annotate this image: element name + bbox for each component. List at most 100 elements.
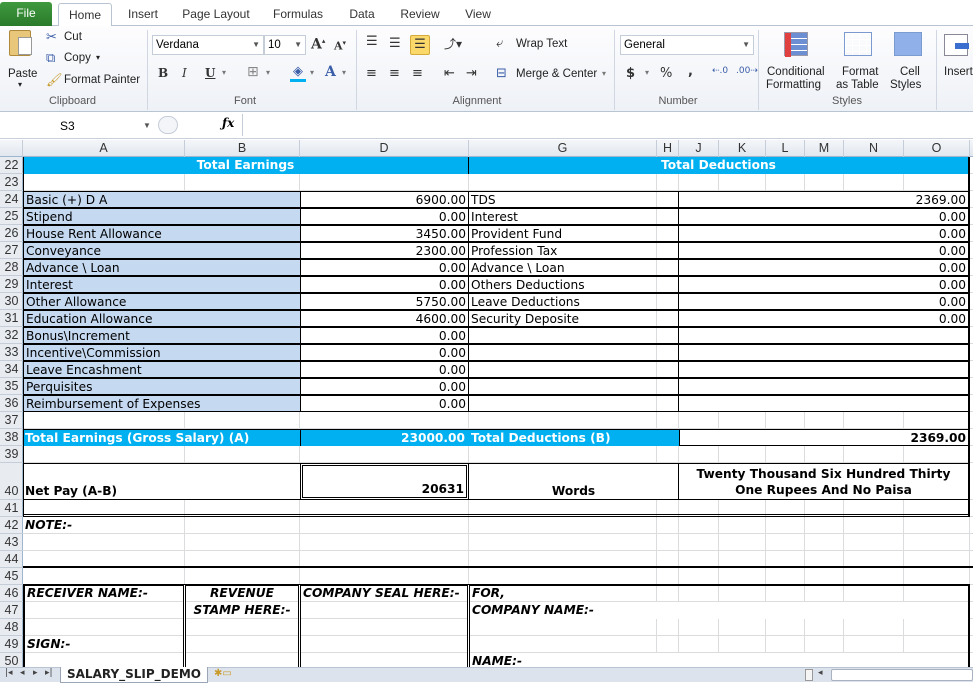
align-right-icon[interactable]: ≡	[412, 66, 423, 81]
earnings-header-cell[interactable]: Total Earnings	[23, 157, 469, 174]
column-header-n[interactable]: N	[844, 140, 904, 157]
deduction-value-cell[interactable]	[679, 327, 970, 344]
row-header-27[interactable]: 27	[0, 242, 23, 259]
underline-dropdown-icon[interactable]: ▾	[222, 68, 226, 77]
earning-label-cell[interactable]: Stipend	[23, 208, 300, 225]
deduction-label-cell[interactable]: TDS	[469, 191, 679, 208]
row-header-31[interactable]: 31	[0, 310, 23, 327]
earning-value-cell[interactable]: 0.00	[300, 208, 469, 225]
row-header-37[interactable]: 37	[0, 412, 23, 429]
earning-label-cell[interactable]: Leave Encashment	[23, 361, 300, 378]
insert-function-button[interactable]: ƒx	[222, 116, 234, 130]
conditional-formatting-button[interactable]: Conditional Formatting	[764, 28, 834, 92]
cell-styles-button[interactable]: Cell Styles	[886, 28, 932, 92]
earning-value-cell[interactable]: 4600.00	[300, 310, 469, 327]
row-header-29[interactable]: 29	[0, 276, 23, 293]
name-cell[interactable]: NAME:-	[470, 653, 968, 667]
earning-value-cell[interactable]: 0.00	[300, 344, 469, 361]
row-header-38[interactable]: 38	[0, 429, 23, 446]
row-header-48[interactable]: 48	[0, 619, 23, 636]
worksheet-grid[interactable]: Total Earnings Total Deductions Basic (+) …	[23, 157, 973, 667]
last-sheet-icon[interactable]: ▸|	[45, 668, 53, 678]
row-header-42[interactable]: 42	[0, 517, 23, 534]
row-header-24[interactable]: 24	[0, 191, 23, 208]
align-top-icon[interactable]: ☰	[366, 34, 378, 49]
scroll-left-icon[interactable]: ◂	[818, 668, 823, 678]
earning-label-cell[interactable]: Education Allowance	[23, 310, 300, 327]
merge-center-button[interactable]: ⊟ Merge & Center ▾	[496, 66, 614, 84]
earning-label-cell[interactable]: Incentive\Commission	[23, 344, 300, 361]
deduction-label-cell[interactable]	[469, 361, 679, 378]
receiver-name-cell[interactable]: RECEIVER NAME:-	[25, 585, 183, 602]
row-header-32[interactable]: 32	[0, 327, 23, 344]
earning-value-cell[interactable]: 2300.00	[300, 242, 469, 259]
deduction-value-cell[interactable]: 0.00	[679, 208, 970, 225]
fill-dropdown-icon[interactable]: ▾	[310, 68, 314, 77]
earning-label-cell[interactable]: Basic (+) D A	[23, 191, 300, 208]
earning-label-cell[interactable]: Perquisites	[23, 378, 300, 395]
tab-home[interactable]: Home	[58, 3, 112, 27]
row-header-39[interactable]: 39	[0, 446, 23, 463]
insert-worksheet-icon[interactable]: ✱▭	[214, 668, 232, 679]
sheet-tab-salary-slip-demo[interactable]: SALARY_SLIP_DEMO	[60, 667, 208, 683]
row-header-33[interactable]: 33	[0, 344, 23, 361]
deduction-label-cell[interactable]: Security Deposite	[469, 310, 679, 327]
formula-bar-resize-handle[interactable]	[158, 116, 178, 134]
decrease-font-icon[interactable]: A▾	[334, 38, 346, 53]
total-earnings-value-cell[interactable]: 23000.00	[300, 429, 469, 446]
bold-button[interactable]: B	[158, 66, 168, 80]
cut-button[interactable]: ✂ Cut	[46, 29, 106, 47]
increase-decimal-icon[interactable]: ⇠.0	[712, 66, 728, 76]
earning-value-cell[interactable]: 0.00	[300, 378, 469, 395]
row-header-22[interactable]: 22	[0, 157, 23, 174]
deduction-label-cell[interactable]	[469, 327, 679, 344]
column-header-m[interactable]: M	[805, 140, 844, 157]
column-header-j[interactable]: J	[679, 140, 719, 157]
increase-font-icon[interactable]: A▴	[311, 36, 325, 53]
format-as-table-button[interactable]: Format as Table	[836, 28, 884, 92]
earning-value-cell[interactable]: 3450.00	[300, 225, 469, 242]
deduction-label-cell[interactable]: Interest	[469, 208, 679, 225]
deduction-value-cell[interactable]: 0.00	[679, 310, 970, 327]
deduction-label-cell[interactable]: Leave Deductions	[469, 293, 679, 310]
deduction-value-cell[interactable]: 0.00	[679, 225, 970, 242]
deduction-value-cell[interactable]	[679, 361, 970, 378]
column-header-g[interactable]: G	[469, 140, 657, 157]
row-header-35[interactable]: 35	[0, 378, 23, 395]
column-header-d[interactable]: D	[300, 140, 469, 157]
decrease-indent-icon[interactable]: ⇤	[444, 66, 455, 81]
tab-file[interactable]: File	[0, 2, 52, 26]
tab-page-layout[interactable]: Page Layout	[176, 3, 256, 26]
align-middle-icon[interactable]: ☰	[389, 36, 401, 51]
earning-value-cell[interactable]: 0.00	[300, 276, 469, 293]
deductions-header-cell[interactable]: Total Deductions	[469, 157, 970, 174]
first-sheet-icon[interactable]: |◂	[5, 668, 13, 678]
font-size-select[interactable]: 10 ▼	[264, 35, 306, 55]
tab-view[interactable]: View	[456, 3, 500, 26]
total-earnings-label-cell[interactable]: Total Earnings (Gross Salary) (A)	[23, 429, 300, 446]
tab-insert[interactable]: Insert	[118, 3, 168, 26]
total-deductions-value-cell[interactable]: 2369.00	[679, 429, 970, 446]
earning-value-cell[interactable]: 0.00	[300, 327, 469, 344]
deduction-value-cell[interactable]: 2369.00	[679, 191, 970, 208]
underline-button[interactable]: U	[205, 66, 215, 80]
decrease-decimal-icon[interactable]: .00⇢	[736, 66, 758, 76]
wrap-text-button[interactable]: ⤶ Wrap Text	[496, 36, 576, 54]
deduction-value-cell[interactable]: 0.00	[679, 259, 970, 276]
deduction-label-cell[interactable]: Profession Tax	[469, 242, 679, 259]
comma-button[interactable]: ,	[688, 64, 693, 79]
earning-label-cell[interactable]: House Rent Allowance	[23, 225, 300, 242]
row-header-23[interactable]: 23	[0, 174, 23, 191]
earning-label-cell[interactable]: Reimbursement of Expenses	[23, 395, 300, 412]
net-pay-label-cell[interactable]: Net Pay (A-B)	[23, 463, 300, 500]
earning-label-cell[interactable]: Advance \ Loan	[23, 259, 300, 276]
orientation-icon[interactable]: ⤴▾	[444, 35, 462, 52]
borders-dropdown-icon[interactable]: ▾	[266, 68, 270, 77]
deduction-value-cell[interactable]	[679, 395, 970, 412]
currency-dropdown-icon[interactable]: ▾	[645, 68, 649, 77]
insert-cells-button[interactable]: Insert	[940, 28, 973, 92]
name-box[interactable]: S3 ▼	[0, 116, 155, 136]
earning-label-cell[interactable]: Interest	[23, 276, 300, 293]
row-header-25[interactable]: 25	[0, 208, 23, 225]
align-center-icon[interactable]: ≡	[389, 66, 400, 81]
